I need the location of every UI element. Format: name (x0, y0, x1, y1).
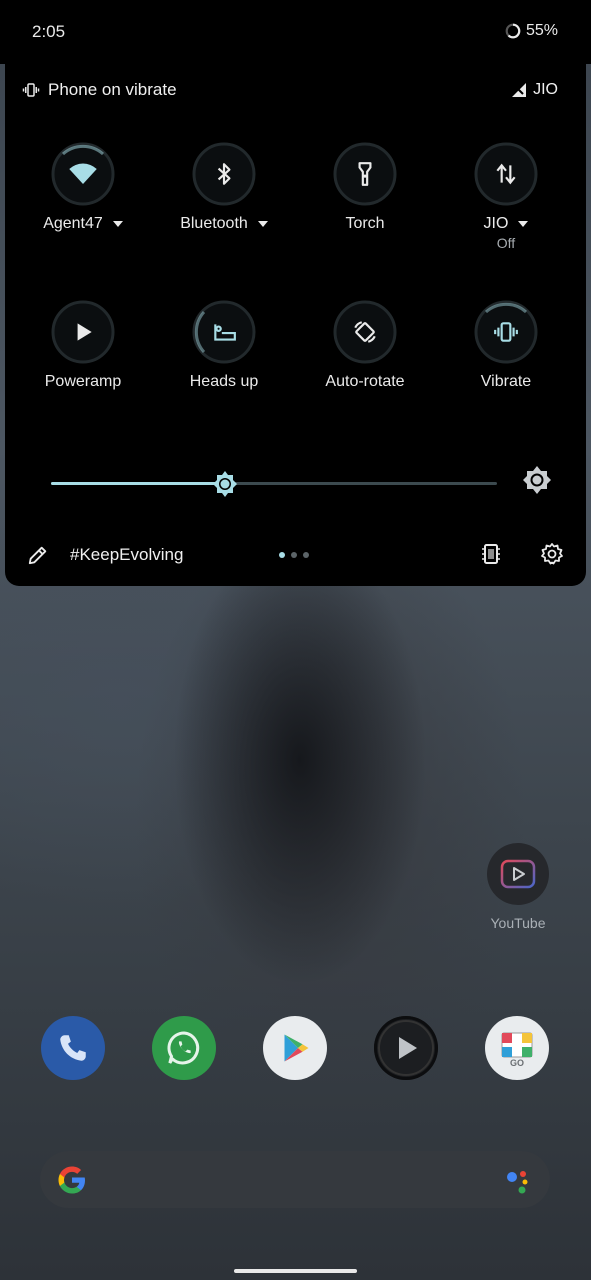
tile-poweramp[interactable]: Poweramp (18, 300, 148, 391)
brightness-auto-icon[interactable] (522, 465, 552, 495)
page-dot-active (279, 552, 285, 558)
tile-bluetooth-button[interactable] (192, 142, 256, 206)
tile-heads-up[interactable]: Heads up (159, 300, 289, 391)
tile-torch-button[interactable] (333, 142, 397, 206)
google-search-bar[interactable] (40, 1151, 550, 1208)
chevron-down-icon (257, 221, 268, 227)
ringer-status[interactable]: Phone on vibrate (48, 80, 177, 100)
tile-poweramp-button[interactable] (51, 300, 115, 364)
media-player-icon (378, 1020, 434, 1076)
gesture-nav-handle[interactable] (234, 1269, 357, 1273)
chevron-down-icon (518, 221, 529, 227)
tile-auto-rotate[interactable]: Auto-rotate (300, 300, 430, 391)
carrier-info: JIO (511, 81, 558, 99)
app-media-player[interactable] (374, 1016, 438, 1080)
chevron-down-icon (112, 221, 123, 227)
tile-mobile-data-button[interactable] (474, 142, 538, 206)
tile-vibrate[interactable]: Vibrate (441, 300, 571, 391)
tile-wifi-label[interactable]: Agent47 (18, 215, 148, 233)
wifi-icon (69, 163, 97, 184)
tile-heads-up-button[interactable] (192, 300, 256, 364)
tile-vibrate-button[interactable] (474, 300, 538, 364)
carrier-name: JIO (533, 81, 558, 98)
tile-bluetooth-label[interactable]: Bluetooth (159, 215, 289, 233)
tile-auto-rotate-label[interactable]: Auto-rotate (300, 373, 430, 391)
device-controls-icon[interactable] (479, 542, 503, 566)
youtube-icon[interactable] (487, 843, 549, 905)
tile-mobile-data-status: Off (496, 235, 516, 251)
tile-wifi[interactable]: Agent47 (18, 142, 148, 233)
status-bar: 2:05 55% (0, 0, 591, 64)
bluetooth-icon (217, 163, 231, 185)
tile-auto-rotate-button[interactable] (333, 300, 397, 364)
play-store-icon (284, 1034, 309, 1062)
brightness-thumb-icon[interactable] (211, 470, 239, 498)
tile-torch[interactable]: Torch (300, 142, 430, 233)
tile-mobile-data-label[interactable]: JIO (441, 215, 571, 233)
tile-bluetooth[interactable]: Bluetooth (159, 142, 289, 233)
app-gallery-go[interactable]: GO (485, 1016, 549, 1080)
battery-saver-icon (505, 23, 521, 39)
qs-header: Phone on vibrate JIO (22, 78, 558, 102)
heads-up-icon (214, 324, 236, 341)
page-dot (291, 552, 297, 558)
whatsapp-icon (167, 1031, 200, 1065)
vibrate-status-icon (22, 83, 40, 97)
tile-heads-up-label[interactable]: Heads up (159, 373, 289, 391)
youtube-logo-icon (500, 859, 536, 889)
battery-indicator: 55% (504, 22, 558, 40)
tile-torch-label[interactable]: Torch (300, 215, 430, 233)
mobile-data-icon (496, 163, 516, 185)
tile-wifi-button[interactable] (51, 142, 115, 206)
app-label: YouTube (490, 915, 546, 931)
gallery-go-icon: GO (501, 1032, 533, 1068)
tile-vibrate-label[interactable]: Vibrate (441, 373, 571, 391)
no-signal-icon (512, 83, 527, 97)
google-assistant-icon[interactable] (503, 1166, 533, 1196)
page-dot (303, 552, 309, 558)
rotate-icon (354, 321, 376, 343)
gallery-go-badge: GO (510, 1058, 524, 1068)
battery-percent: 55% (525, 22, 558, 39)
app-whatsapp[interactable] (152, 1016, 216, 1080)
vibrate-icon (494, 322, 518, 342)
footer-text: #KeepEvolving (70, 545, 184, 564)
app-play-store[interactable] (263, 1016, 327, 1080)
tile-poweramp-label[interactable]: Poweramp (18, 373, 148, 391)
page-indicator (279, 552, 309, 558)
app-youtube[interactable]: YouTube (486, 843, 550, 931)
phone-icon (60, 1035, 86, 1061)
clock: 2:05 (32, 22, 66, 41)
tile-mobile-data[interactable]: JIO Off (441, 142, 571, 251)
quick-settings-panel: Phone on vibrate JIO Agent47 Bluetooth T… (5, 60, 586, 586)
brightness-slider[interactable] (51, 471, 497, 497)
brightness-fill (51, 482, 225, 485)
play-icon (77, 323, 92, 341)
gear-icon[interactable] (540, 542, 564, 566)
edit-icon[interactable] (27, 544, 49, 566)
qs-footer: #KeepEvolving (27, 542, 564, 572)
google-g-icon[interactable] (54, 1162, 90, 1198)
app-phone[interactable] (41, 1016, 105, 1080)
flashlight-icon (358, 162, 372, 186)
